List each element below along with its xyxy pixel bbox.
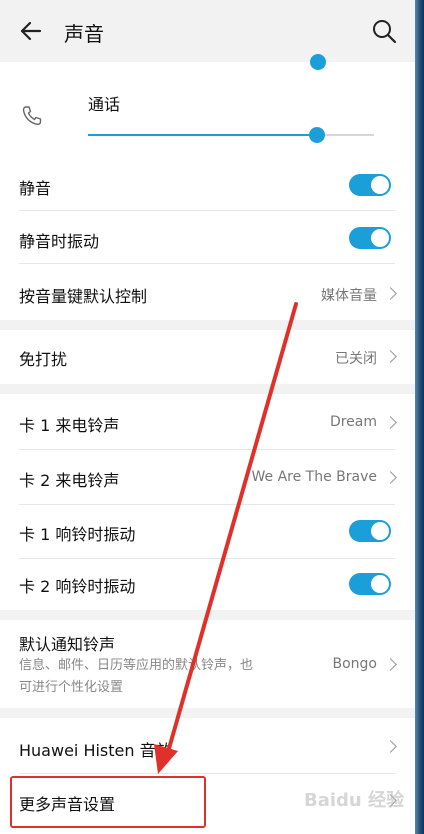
volume-key-label: 按音量键默认控制 xyxy=(19,287,148,306)
dnd-row[interactable]: 免打扰 已关闭 xyxy=(0,330,415,384)
chevron-right-icon xyxy=(384,287,397,300)
chevron-right-icon xyxy=(384,416,397,429)
mute-toggle[interactable] xyxy=(349,174,391,196)
mute-row[interactable]: 静音 xyxy=(0,158,415,210)
search-icon[interactable] xyxy=(371,18,397,44)
phone-icon xyxy=(22,106,42,126)
notification-card: 默认通知铃声 信息、邮件、日历等应用的默认铃声，也 可进行个性化设置 Bongo xyxy=(0,620,415,708)
dnd-card: 免打扰 已关闭 xyxy=(0,330,415,384)
chevron-right-icon xyxy=(384,658,397,671)
sim1-ringtone-label: 卡 1 来电铃声 xyxy=(19,416,120,435)
ringtone-card: 卡 1 来电铃声 Dream 卡 2 来电铃声 We Are The Brave… xyxy=(0,394,415,610)
sim1-ringtone-value: Dream xyxy=(329,414,377,430)
call-volume-fill xyxy=(88,134,317,136)
annotation-highlight-box xyxy=(10,776,206,828)
dnd-label: 免打扰 xyxy=(19,350,68,369)
volume-key-value: 媒体音量 xyxy=(321,288,377,304)
call-volume-label: 通话 xyxy=(88,95,121,114)
mute-vibrate-row[interactable]: 静音时振动 xyxy=(0,211,415,263)
call-volume-slider[interactable] xyxy=(88,127,374,143)
sim1-vibrate-toggle[interactable] xyxy=(349,520,391,542)
volume-card: 通话 静音 静音时振动 按音量键默认控制 媒体音量 xyxy=(0,54,415,320)
sim2-ringtone-row[interactable]: 卡 2 来电铃声 We Are The Brave xyxy=(0,450,415,504)
notification-description-line-1: 信息、邮件、日历等应用的默认铃声，也 xyxy=(19,658,254,673)
notification-description-line-2: 可进行个性化设置 xyxy=(19,680,124,695)
sim1-vibrate-label: 卡 1 响铃时振动 xyxy=(19,525,136,544)
sim1-vibrate-row[interactable]: 卡 1 响铃时振动 xyxy=(0,505,415,558)
sim2-vibrate-row[interactable]: 卡 2 响铃时振动 xyxy=(0,559,415,610)
desktop-edge xyxy=(415,0,424,834)
histen-label: Huawei Histen 音效 xyxy=(19,741,172,760)
back-arrow-icon[interactable] xyxy=(18,18,44,44)
notification-description: 信息、邮件、日历等应用的默认铃声，也 可进行个性化设置 xyxy=(19,655,309,699)
notification-ringtone-label: 默认通知铃声 xyxy=(19,635,116,654)
mute-vibrate-toggle[interactable] xyxy=(349,227,391,249)
sim2-ringtone-value: We Are The Brave xyxy=(251,469,377,485)
notification-ringtone-value: Bongo xyxy=(332,656,378,672)
notification-ringtone-row[interactable]: 默认通知铃声 信息、邮件、日历等应用的默认铃声，也 可进行个性化设置 Bongo xyxy=(0,620,415,708)
sim2-vibrate-toggle[interactable] xyxy=(349,573,391,595)
chevron-right-icon xyxy=(384,350,397,363)
sound-settings-screen: 声音 通话 静音 静音时振动 按音量键默认控制 媒体音量 免打扰 已关闭 卡 1… xyxy=(0,0,415,834)
chevron-right-icon xyxy=(384,471,397,484)
volume-key-row[interactable]: 按音量键默认控制 媒体音量 xyxy=(0,264,415,320)
watermark: Baidu 经验 xyxy=(304,790,405,811)
sim1-ringtone-row[interactable]: 卡 1 来电铃声 Dream xyxy=(0,394,415,449)
page-title: 声音 xyxy=(64,22,104,46)
call-volume-thumb[interactable] xyxy=(309,127,325,143)
mute-vibrate-label: 静音时振动 xyxy=(19,232,100,251)
app-bar: 声音 xyxy=(0,0,415,62)
chevron-right-icon xyxy=(384,740,397,753)
mute-label: 静音 xyxy=(19,179,52,198)
previous-slider-thumb[interactable] xyxy=(310,54,326,70)
sim2-ringtone-label: 卡 2 来电铃声 xyxy=(19,471,120,490)
sim2-vibrate-label: 卡 2 响铃时振动 xyxy=(19,577,136,596)
dnd-value: 已关闭 xyxy=(335,351,377,367)
histen-row[interactable]: Huawei Histen 音效 xyxy=(0,718,415,773)
